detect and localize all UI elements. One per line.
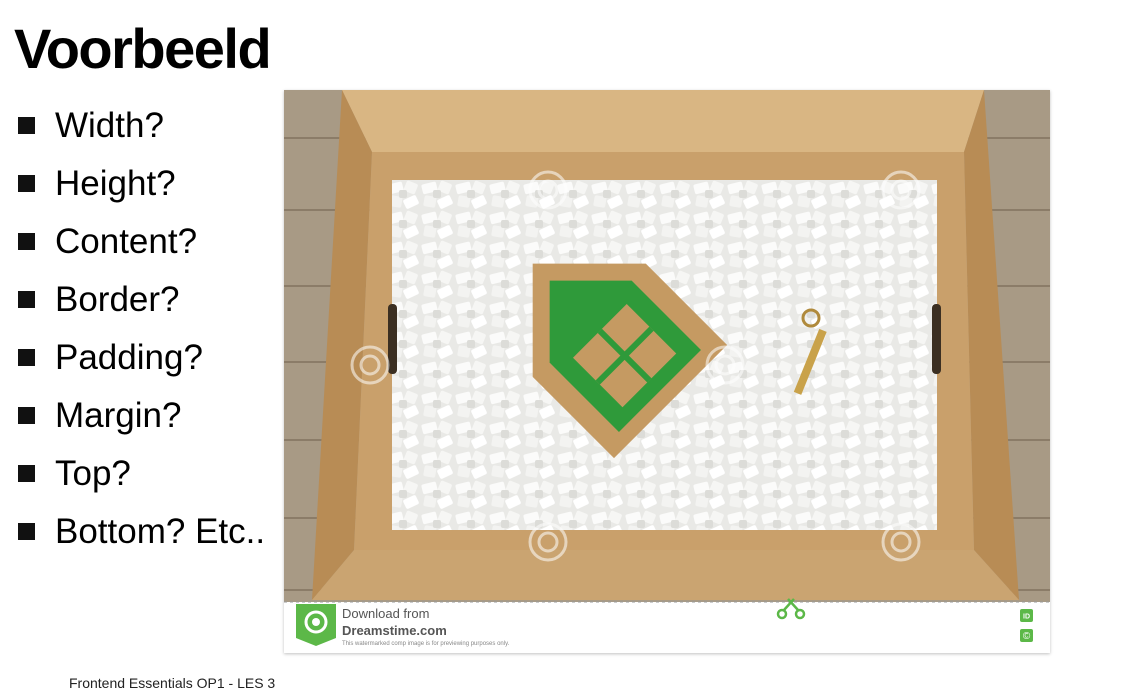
bullet-square-icon [18,348,35,366]
bullet-text: Width? [55,105,164,145]
bullet-item: Content? [18,212,265,270]
copyright-badge-text: © [1023,631,1031,642]
footer-note: Frontend Essentials OP1 - LES 3 [69,675,276,691]
photo-illustration: Download from Dreamstime.com This waterm… [284,90,1050,653]
bullet-square-icon [18,174,35,192]
id-badge-text: ID [1023,614,1030,621]
bullet-list: Width? Height? Content? Border? Padding?… [18,96,265,561]
slide-title: Voorbeeld [14,17,272,80]
bullet-text: Border? [55,279,180,319]
bullet-item: Width? [18,96,265,154]
bullet-item: Top? [18,445,265,503]
bullet-square-icon [18,407,35,425]
bullet-square-icon [18,116,35,134]
bullet-item: Margin? [18,386,265,444]
bullet-square-icon [18,523,35,541]
bullet-text: Bottom? Etc.. [55,512,266,552]
bullet-text: Top? [55,454,131,494]
dreamstime-logo-icon [296,604,336,646]
bullet-square-icon [18,290,35,308]
bullet-item: Height? [18,154,265,212]
bullet-item: Padding? [18,328,265,386]
banner-small-print: This watermarked comp image is for previ… [342,641,510,647]
example-photo: Download from Dreamstime.com This waterm… [284,90,1050,653]
bullet-square-icon [18,232,35,250]
bullet-item: Border? [18,270,265,328]
bullet-item: Bottom? Etc.. [18,503,265,561]
banner-line-1: Download from [342,606,429,621]
bullet-text: Margin? [55,396,182,436]
bullet-text: Padding? [55,337,203,377]
banner-line-2: Dreamstime.com [342,623,447,638]
bullet-text: Height? [55,163,176,203]
bullet-square-icon [18,465,35,483]
bullet-text: Content? [55,221,198,261]
